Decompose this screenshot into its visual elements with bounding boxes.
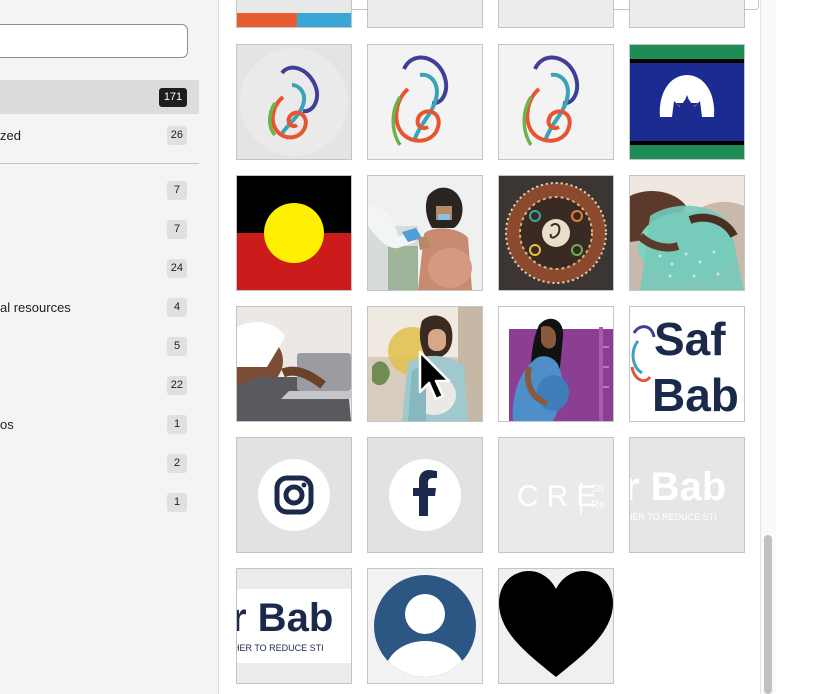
sidebar-item-resources[interactable]: al resources 4 (0, 290, 199, 324)
media-item-pregnant-logo[interactable] (236, 44, 352, 160)
count-badge: 7 (167, 219, 187, 239)
sidebar-item-all[interactable]: 171 (0, 80, 199, 114)
sidebar-item-label: al resources (0, 299, 71, 315)
count-badge: 1 (167, 414, 187, 434)
count-badge: 24 (166, 258, 187, 278)
sidebar-item-uncategorized[interactable]: zed 26 (0, 118, 199, 152)
sidebar-item-folder[interactable]: 7 (0, 173, 199, 207)
banner-text: r Bab (237, 596, 333, 640)
media-item-heart[interactable] (498, 568, 614, 684)
count-badge: 4 (167, 297, 187, 317)
media-item-safer-baby-banner-light[interactable]: r Bab HER TO REDUCE STI (629, 437, 745, 553)
count-badge: 1 (167, 492, 187, 512)
sidebar-item-logos[interactable]: os 1 (0, 407, 199, 441)
media-item-pregnant-woman-photo[interactable] (367, 306, 483, 422)
media-item-instagram[interactable] (236, 437, 352, 553)
media-item-torres-strait-flag[interactable] (629, 44, 745, 160)
media-item-indigenous-artwork[interactable] (498, 175, 614, 291)
sidebar-divider (0, 163, 199, 164)
cre-sub-text-1: Sti (591, 483, 604, 495)
media-item-default-avatar[interactable] (367, 568, 483, 684)
sidebar-item-folder[interactable]: 7 (0, 212, 199, 246)
media-item-pregnant-dress-photo[interactable] (629, 175, 745, 291)
media-grid: Saf Bab CRE Sti Re r Bab HER TO REDUCE S… (220, 0, 776, 694)
sidebar-item-folder[interactable]: 24 (0, 251, 199, 285)
count-badge: 26 (166, 125, 187, 145)
media-item[interactable] (498, 0, 614, 28)
media-item[interactable] (367, 0, 483, 28)
count-badge: 2 (167, 453, 187, 473)
media-item-pregnant-logo[interactable] (498, 44, 614, 160)
media-item-aboriginal-flag[interactable] (236, 175, 352, 291)
media-item-laptop-photo[interactable] (236, 306, 352, 422)
media-item-cre-logo[interactable]: CRE Sti Re (498, 437, 614, 553)
count-badge: 171 (159, 87, 187, 107)
sidebar-item-folder[interactable]: 1 (0, 485, 199, 519)
safer-baby-text-top: Saf (654, 313, 726, 365)
media-item-vaccination-photo[interactable] (367, 175, 483, 291)
right-gutter (777, 0, 835, 694)
count-badge: 22 (166, 375, 187, 395)
safer-baby-text-bottom: Bab (652, 369, 739, 421)
search-input[interactable] (0, 24, 188, 58)
banner-light-subtext: HER TO REDUCE STI (630, 512, 717, 522)
sidebar-item-folder[interactable]: 22 (0, 368, 199, 402)
media-item-pregnant-illustration[interactable] (498, 306, 614, 422)
count-badge: 7 (167, 180, 187, 200)
banner-light-text: r Bab (630, 465, 726, 509)
media-item-safer-baby-banner[interactable]: r Bab HER TO REDUCE STI (236, 568, 352, 684)
sidebar-item-label: os (0, 416, 14, 432)
sidebar-item-folder[interactable]: 2 (0, 446, 199, 480)
sidebar-item-folder[interactable]: 5 (0, 329, 199, 363)
count-badge: 5 (167, 336, 187, 356)
media-item-safer-baby-logo[interactable]: Saf Bab (629, 306, 745, 422)
media-item[interactable] (236, 0, 352, 28)
scrollbar-thumb[interactable] (764, 535, 772, 694)
media-item[interactable] (629, 0, 745, 28)
media-item-pregnant-logo[interactable] (367, 44, 483, 160)
banner-subtext: HER TO REDUCE STI (237, 643, 324, 653)
sidebar: 171 zed 26 7 7 24 al resources 4 5 22 os… (0, 0, 219, 694)
sidebar-item-label: zed (0, 127, 21, 143)
media-item-facebook[interactable] (367, 437, 483, 553)
cre-sub-text-2: Re (591, 499, 605, 511)
